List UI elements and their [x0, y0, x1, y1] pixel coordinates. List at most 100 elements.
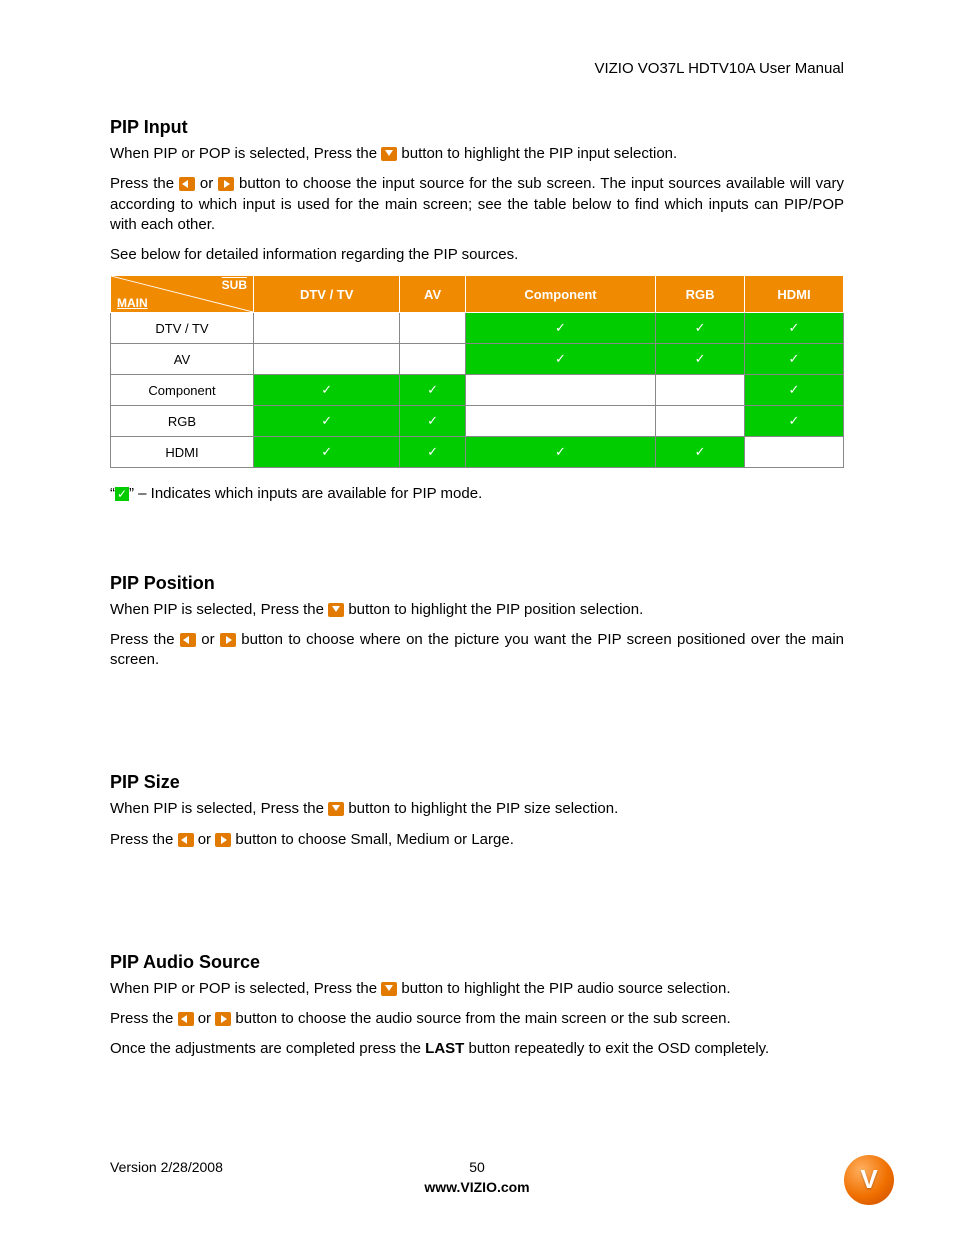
right-arrow-icon [220, 633, 236, 647]
pip-audio-line1: When PIP or POP is selected, Press the b… [110, 979, 844, 999]
table-cell [656, 437, 745, 468]
table-cell [656, 344, 745, 375]
table-row: HDMI [111, 437, 844, 468]
text: or [198, 1010, 216, 1027]
pip-input-line3: See below for detailed information regar… [110, 245, 844, 265]
table-cell [745, 406, 844, 437]
down-arrow-icon [328, 802, 344, 816]
right-arrow-icon [215, 833, 231, 847]
pip-audio-line2: Press the or button to choose the audio … [110, 1009, 844, 1029]
table-cell [745, 375, 844, 406]
pip-size-line1: When PIP is selected, Press the button t… [110, 799, 844, 819]
text: button to highlight the PIP input select… [401, 145, 677, 162]
logo-letter: V [860, 1164, 877, 1195]
col-header: Component [465, 276, 655, 313]
footer-url: www.VIZIO.com [110, 1179, 844, 1195]
heading-pip-size: PIP Size [110, 772, 844, 793]
table-cell [465, 375, 655, 406]
pip-size-line2: Press the or button to choose Small, Med… [110, 830, 844, 850]
table-cell [400, 344, 465, 375]
table-row: Component [111, 375, 844, 406]
table-cell [745, 313, 844, 344]
text: button to highlight the PIP audio source… [401, 980, 730, 997]
table-cell [656, 375, 745, 406]
text: or [200, 175, 218, 192]
pip-source-table: SUB MAIN DTV / TV AV Component RGB HDMI … [110, 275, 844, 468]
row-label: Component [111, 375, 254, 406]
table-header-row: SUB MAIN DTV / TV AV Component RGB HDMI [111, 276, 844, 313]
table-cell [400, 313, 465, 344]
col-header: DTV / TV [254, 276, 400, 313]
vizio-logo-icon: V [844, 1155, 894, 1205]
check-icon [115, 487, 129, 501]
row-label: RGB [111, 406, 254, 437]
text: Press the [110, 831, 178, 848]
text: When PIP is selected, Press the [110, 601, 328, 618]
table-corner-cell: SUB MAIN [111, 276, 254, 313]
text: button to highlight the PIP size selecti… [348, 800, 618, 817]
table-cell [656, 406, 745, 437]
table-row: RGB [111, 406, 844, 437]
text: Press the [110, 1010, 178, 1027]
page-footer: Version 2/28/2008 50 www.VIZIO.com [110, 1159, 844, 1195]
table-cell [745, 437, 844, 468]
left-arrow-icon [178, 833, 194, 847]
right-arrow-icon [215, 1012, 231, 1026]
text: ” – Indicates which inputs are available… [129, 485, 482, 502]
doc-header: VIZIO VO37L HDTV10A User Manual [110, 60, 844, 77]
table-row: AV [111, 344, 844, 375]
row-label: DTV / TV [111, 313, 254, 344]
down-arrow-icon [328, 603, 344, 617]
table-cell [465, 313, 655, 344]
text: When PIP is selected, Press the [110, 800, 328, 817]
pip-position-line2: Press the or button to choose where on t… [110, 630, 844, 671]
page: VIZIO VO37L HDTV10A User Manual PIP Inpu… [0, 0, 954, 1235]
text: button to choose Small, Medium or Large. [235, 831, 513, 848]
table-legend: “” – Indicates which inputs are availabl… [110, 484, 844, 504]
text: Once the adjustments are completed press… [110, 1040, 425, 1057]
table-cell [254, 437, 400, 468]
col-header: AV [400, 276, 465, 313]
table-cell [254, 406, 400, 437]
table-cell [400, 437, 465, 468]
text: button to highlight the PIP position sel… [348, 601, 643, 618]
pip-input-line1: When PIP or POP is selected, Press the b… [110, 144, 844, 164]
table-cell [254, 344, 400, 375]
text: button to choose the audio source from t… [235, 1010, 730, 1027]
heading-pip-input: PIP Input [110, 117, 844, 138]
table-cell [745, 344, 844, 375]
text: Press the [110, 175, 179, 192]
col-header: RGB [656, 276, 745, 313]
row-label: AV [111, 344, 254, 375]
heading-pip-audio: PIP Audio Source [110, 952, 844, 973]
text: or [201, 631, 220, 648]
table-cell [254, 375, 400, 406]
table-cell [465, 344, 655, 375]
table-cell [400, 375, 465, 406]
table-row: DTV / TV [111, 313, 844, 344]
text: button repeatedly to exit the OSD comple… [464, 1040, 769, 1057]
col-header: HDMI [745, 276, 844, 313]
table-cell [465, 437, 655, 468]
pip-audio-line3: Once the adjustments are completed press… [110, 1039, 844, 1059]
right-arrow-icon [218, 177, 234, 191]
page-number: 50 [110, 1159, 844, 1175]
pip-position-line1: When PIP is selected, Press the button t… [110, 600, 844, 620]
down-arrow-icon [381, 147, 397, 161]
pip-input-line2: Press the or button to choose the input … [110, 174, 844, 235]
heading-pip-position: PIP Position [110, 573, 844, 594]
table-cell [656, 313, 745, 344]
text: or [198, 831, 216, 848]
left-arrow-icon [178, 1012, 194, 1026]
text: Press the [110, 631, 180, 648]
down-arrow-icon [381, 982, 397, 996]
table-cell [254, 313, 400, 344]
row-label: HDMI [111, 437, 254, 468]
table-cell [400, 406, 465, 437]
left-arrow-icon [180, 633, 196, 647]
table-cell [465, 406, 655, 437]
left-arrow-icon [179, 177, 195, 191]
last-button-label: LAST [425, 1040, 464, 1057]
text: When PIP or POP is selected, Press the [110, 145, 381, 162]
text: When PIP or POP is selected, Press the [110, 980, 381, 997]
